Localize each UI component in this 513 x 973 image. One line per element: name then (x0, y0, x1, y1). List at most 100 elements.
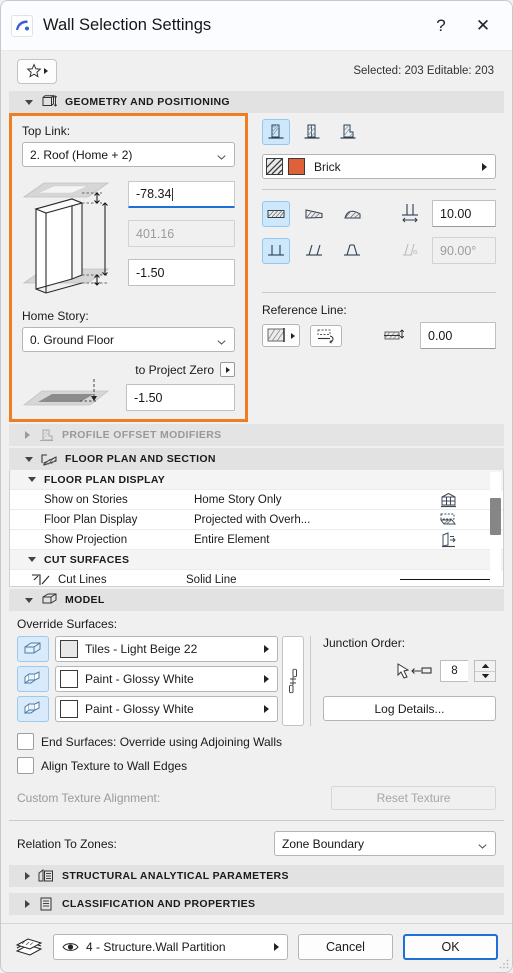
reference-line-position-icon (267, 328, 285, 342)
material-color-swatch (288, 158, 305, 175)
surface-name: Tiles - Light Beige 22 (85, 642, 198, 656)
chevron-right-icon (44, 68, 48, 74)
stepper-down-button[interactable] (475, 672, 495, 682)
basic-wall-toggle[interactable] (262, 119, 290, 145)
structural-section-icon (37, 868, 55, 884)
wall-selection-settings-dialog: Wall Selection Settings ? ✕ Selected: 20… (0, 0, 513, 973)
layer-value: 4 - Structure.Wall Partition (86, 940, 226, 954)
row-value[interactable]: Entire Element (194, 534, 393, 546)
dialog-footer: 4 - Structure.Wall Partition Cancel OK (1, 923, 512, 972)
surface-side-b-icon[interactable] (17, 696, 49, 722)
straight-wall-icon (267, 209, 285, 218)
trapezoid-wall-icon (305, 208, 323, 219)
section-header-floor-plan[interactable]: FLOOR PLAN AND SECTION (9, 448, 504, 470)
link-surfaces-button[interactable] (282, 636, 304, 726)
thickness-field[interactable]: 10.00 (432, 200, 496, 227)
top-link-select[interactable]: 2. Roof (Home + 2) (22, 142, 235, 167)
project-zero-field[interactable]: -1.50 (126, 384, 235, 411)
eye-icon (62, 941, 79, 953)
align-texture-checkbox[interactable] (17, 757, 34, 774)
project-zero-options-button[interactable] (220, 362, 235, 377)
section-title: STRUCTURAL ANALYTICAL PARAMETERS (62, 870, 289, 882)
help-button[interactable]: ? (424, 9, 458, 43)
top-offset-field[interactable]: -78.34 (128, 181, 235, 208)
title-bar: Wall Selection Settings ? ✕ (1, 1, 512, 51)
log-details-button[interactable]: Log Details... (323, 696, 496, 721)
cancel-button[interactable]: Cancel (298, 934, 393, 960)
junction-order-value[interactable]: 8 (440, 660, 468, 682)
reference-offset-field[interactable]: 0.00 (420, 322, 496, 349)
table-row[interactable]: Floor Plan Display Projected with Overh.… (10, 510, 503, 530)
stepper-up-button[interactable] (475, 661, 495, 672)
section-header-geometry[interactable]: GEOMETRY AND POSITIONING (9, 91, 504, 113)
vertical-wall-icon (268, 245, 284, 256)
junction-order-stepper[interactable] (474, 660, 496, 682)
close-button[interactable]: ✕ (466, 9, 500, 43)
table-row[interactable]: Show on Stories Home Story Only (10, 490, 503, 510)
base-offset-field[interactable]: -1.50 (128, 259, 235, 286)
floor-plan-settings-table[interactable]: FLOOR PLAN DISPLAY Show on Stories Home … (9, 470, 504, 587)
align-texture-row[interactable]: Align Texture to Wall Edges (17, 757, 496, 774)
surface-select[interactable]: Paint - Glossy White (55, 666, 278, 692)
section-header-profile-offset[interactable]: PROFILE OFFSET MODIFIERS (9, 424, 504, 446)
row-value[interactable]: Home Story Only (194, 494, 393, 506)
row-value[interactable]: Solid Line (186, 574, 393, 586)
straight-wall-toggle[interactable] (262, 200, 290, 227)
polygon-wall-icon (344, 210, 361, 218)
section-header-model[interactable]: MODEL (9, 589, 504, 611)
svg-text:α: α (413, 248, 418, 256)
model-body: Override Surfaces: Tiles - Light Beige 2 (9, 611, 504, 814)
ok-button[interactable]: OK (403, 934, 498, 960)
end-surfaces-checkbox[interactable] (17, 733, 34, 750)
relation-to-zones-value: Zone Boundary (282, 836, 365, 851)
layer-select[interactable]: 4 - Structure.Wall Partition (53, 934, 288, 960)
material-hatch-swatch (266, 158, 283, 175)
polygon-wall-toggle[interactable] (338, 201, 366, 227)
surface-select[interactable]: Tiles - Light Beige 22 (55, 636, 278, 662)
vertical-wall-toggle[interactable] (262, 237, 290, 264)
profile-offset-section-icon (37, 427, 55, 443)
section-title: PROFILE OFFSET MODIFIERS (62, 429, 222, 441)
row-value[interactable]: Projected with Overh... (194, 514, 393, 526)
chain-link-icon (289, 668, 297, 694)
relation-to-zones-row: Relation To Zones: Zone Boundary (9, 821, 504, 864)
caret-up-icon (481, 663, 489, 668)
table-group-row[interactable]: FLOOR PLAN DISPLAY (10, 470, 503, 490)
chevron-down-icon (25, 597, 33, 603)
group-toggle[interactable] (10, 477, 44, 482)
complex-profile-wall-toggle[interactable] (334, 119, 362, 145)
reference-line-position-button[interactable] (262, 324, 300, 347)
layers-icon (15, 936, 43, 958)
section-header-classification[interactable]: CLASSIFICATION AND PROPERTIES (9, 893, 504, 915)
table-group-row[interactable]: CUT SURFACES (10, 550, 503, 570)
section-title: FLOOR PLAN AND SECTION (65, 453, 216, 465)
settings-scroll-area[interactable]: GEOMETRY AND POSITIONING Top Link: 2. Ro… (1, 91, 512, 923)
section-header-structural[interactable]: STRUCTURAL ANALYTICAL PARAMETERS (9, 865, 504, 887)
project-zero-diagram (22, 379, 110, 406)
surface-side-a-icon[interactable] (17, 666, 49, 692)
thickness-icon (400, 202, 422, 226)
flip-wall-button[interactable] (310, 324, 342, 347)
double-slanted-wall-icon (344, 244, 360, 256)
thickness-value: 10.00 (440, 206, 472, 221)
surface-row: Paint - Glossy White (17, 696, 278, 722)
composite-wall-toggle[interactable] (298, 119, 326, 145)
resize-grip[interactable] (499, 959, 509, 969)
flip-icon (317, 329, 334, 344)
slanted-wall-toggle[interactable] (300, 238, 328, 264)
table-row[interactable]: Show Projection Entire Element (10, 530, 503, 550)
home-story-select[interactable]: 0. Ground Floor (22, 327, 235, 352)
building-material-select[interactable]: Brick (262, 154, 496, 179)
favorites-button[interactable] (17, 58, 57, 84)
end-surfaces-row[interactable]: End Surfaces: Override using Adjoining W… (17, 733, 496, 750)
double-slanted-wall-toggle[interactable] (338, 238, 366, 264)
reference-line-row: 0.00 (262, 322, 496, 349)
trapezoid-wall-toggle[interactable] (300, 201, 328, 227)
surface-top-icon[interactable] (17, 636, 49, 662)
table-row[interactable]: Cut Lines Solid Line (10, 570, 503, 586)
group-toggle[interactable] (10, 557, 44, 562)
surface-select[interactable]: Paint - Glossy White (55, 696, 278, 722)
relation-to-zones-select[interactable]: Zone Boundary (274, 831, 496, 856)
angle-icon: α (400, 242, 422, 260)
table-scrollbar-thumb[interactable] (490, 498, 501, 535)
